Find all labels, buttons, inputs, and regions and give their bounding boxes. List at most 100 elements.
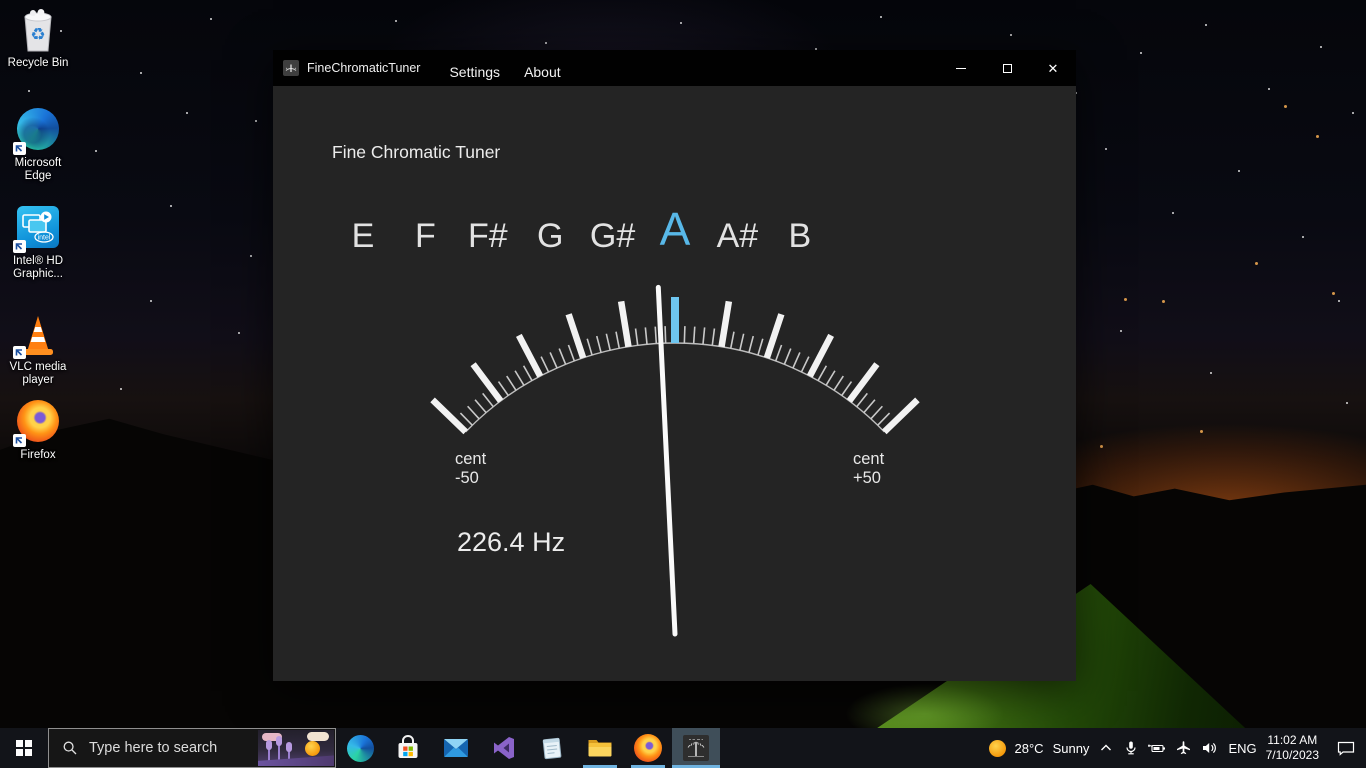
gauge-tick [433, 400, 466, 432]
gauge-tick [810, 335, 831, 376]
vlc-icon [14, 312, 62, 358]
taskbar-app-mail[interactable] [432, 728, 480, 768]
desktop-icon-edge[interactable]: Microsoft Edge [0, 106, 76, 183]
gauge-tick [499, 382, 509, 396]
shortcut-arrow-icon [13, 346, 26, 359]
taskbar-app-edge[interactable] [336, 728, 384, 768]
gauge-tick [857, 393, 868, 406]
taskbar-clock[interactable]: 11:02 AM 7/10/2023 [1266, 733, 1319, 763]
gauge-tick [784, 349, 790, 365]
app-window-fine-chromatic-tuner: FineChromaticTuner Settings About ✕ Fine… [273, 50, 1076, 681]
tray-chevron-up-icon[interactable] [1098, 740, 1114, 756]
menu-settings[interactable]: Settings [437, 50, 512, 86]
shortcut-arrow-icon [13, 240, 26, 253]
gauge-tick [703, 327, 705, 344]
desktop-icon-firefox[interactable]: Firefox [0, 398, 76, 462]
gauge-tick [712, 329, 714, 346]
gauge-tick [645, 327, 647, 344]
weather-sun-icon[interactable] [989, 740, 1006, 757]
clock-time: 11:02 AM [1266, 733, 1319, 748]
tuner-gauge [273, 86, 1076, 681]
gauge-tick [606, 334, 610, 351]
taskbar: 28°C Sunny [0, 728, 1366, 768]
gauge-tick [483, 393, 494, 406]
maximize-icon [1003, 64, 1012, 73]
desktop-icon-label: Firefox [0, 449, 76, 462]
gauge-tick [665, 326, 666, 343]
edge-icon [347, 735, 374, 762]
maximize-button[interactable] [984, 50, 1030, 86]
cent-min-label: cent-50 [455, 450, 486, 488]
taskbar-app-visual-studio[interactable] [480, 728, 528, 768]
shortcut-arrow-icon [13, 434, 26, 447]
svg-text:intel: intel [38, 235, 51, 242]
gauge-tick [616, 332, 619, 349]
start-button[interactable] [0, 728, 48, 768]
visual-studio-icon [490, 734, 518, 762]
gauge-tick [834, 376, 843, 390]
gauge-tick [826, 371, 835, 386]
search-weather-art [258, 730, 334, 766]
desktop-icon-label: Microsoft Edge [0, 157, 76, 183]
minimize-icon [956, 68, 966, 69]
gauge-tick [694, 327, 695, 344]
volume-icon[interactable] [1201, 740, 1219, 756]
edge-icon [14, 108, 62, 154]
microphone-icon[interactable] [1123, 740, 1139, 756]
taskbar-app-file-explorer[interactable] [576, 728, 624, 768]
menubar: Settings About [437, 50, 572, 86]
gauge-tick [878, 413, 890, 425]
airplane-mode-icon[interactable] [1175, 740, 1192, 756]
file-explorer-icon [586, 734, 614, 762]
desktop-icon-vlc[interactable]: VLC media player [0, 312, 76, 387]
stars-amber [0, 0, 3, 3]
window-titlebar[interactable]: FineChromaticTuner Settings About ✕ [273, 50, 1076, 86]
svg-text:♻: ♻ [30, 25, 45, 44]
weather-temperature[interactable]: 28°C [1015, 741, 1044, 756]
taskbar-app-tuner[interactable] [672, 728, 720, 768]
weather-condition[interactable]: Sunny [1053, 741, 1090, 756]
gauge-tick [776, 345, 782, 361]
gauge-tick [758, 339, 763, 355]
gauge-tick [507, 376, 516, 390]
gauge-tick [871, 406, 882, 419]
gauge-tick [636, 329, 638, 346]
cent-max-label: cent+50 [853, 450, 884, 488]
gauge-tick [740, 334, 744, 351]
gauge-tick [519, 335, 540, 376]
firefox-icon [14, 400, 62, 446]
gauge-tick [884, 400, 917, 432]
notepad-icon [539, 735, 565, 761]
tuner-body: Fine Chromatic Tuner EFF#GG#AA#B cent-50… [273, 86, 1076, 681]
gauge-tick [559, 349, 565, 365]
gauge-tick [468, 406, 479, 419]
taskbar-search[interactable] [48, 728, 336, 768]
gauge-tick [793, 352, 800, 368]
desktop-icon-label: VLC media player [0, 361, 76, 387]
taskbar-app-store[interactable] [384, 728, 432, 768]
gauge-tick [475, 400, 486, 413]
taskbar-app-notepad[interactable] [528, 728, 576, 768]
system-tray: 28°C Sunny [989, 728, 1366, 768]
gauge-tick [524, 366, 532, 381]
gauge-tick [684, 326, 685, 343]
desktop-icon-recycle-bin[interactable]: ♻ Recycle Bin [0, 8, 76, 70]
close-button[interactable]: ✕ [1030, 50, 1076, 86]
gauge-tick [864, 400, 875, 413]
taskbar-app-firefox[interactable] [624, 728, 672, 768]
desktop-icon-intel-hd[interactable]: intel Intel® HD Graphic... [0, 204, 76, 281]
gauge-tick [818, 366, 826, 381]
battery-charging-icon[interactable] [1148, 740, 1166, 756]
taskbar-apps [336, 728, 720, 768]
minimize-button[interactable] [938, 50, 984, 86]
language-indicator[interactable]: ENG [1228, 741, 1256, 756]
menu-about[interactable]: About [512, 50, 573, 86]
window-title: FineChromaticTuner [307, 61, 420, 86]
app-icon [283, 60, 299, 76]
gauge-tick [722, 301, 729, 346]
desktop-icon-label: Recycle Bin [0, 57, 76, 70]
action-center-icon[interactable] [1328, 740, 1356, 757]
clock-date: 7/10/2023 [1266, 748, 1319, 763]
intel-hd-icon: intel [14, 206, 62, 252]
desktop: ♻ Recycle Bin Microsoft Edge intel [0, 0, 1366, 768]
